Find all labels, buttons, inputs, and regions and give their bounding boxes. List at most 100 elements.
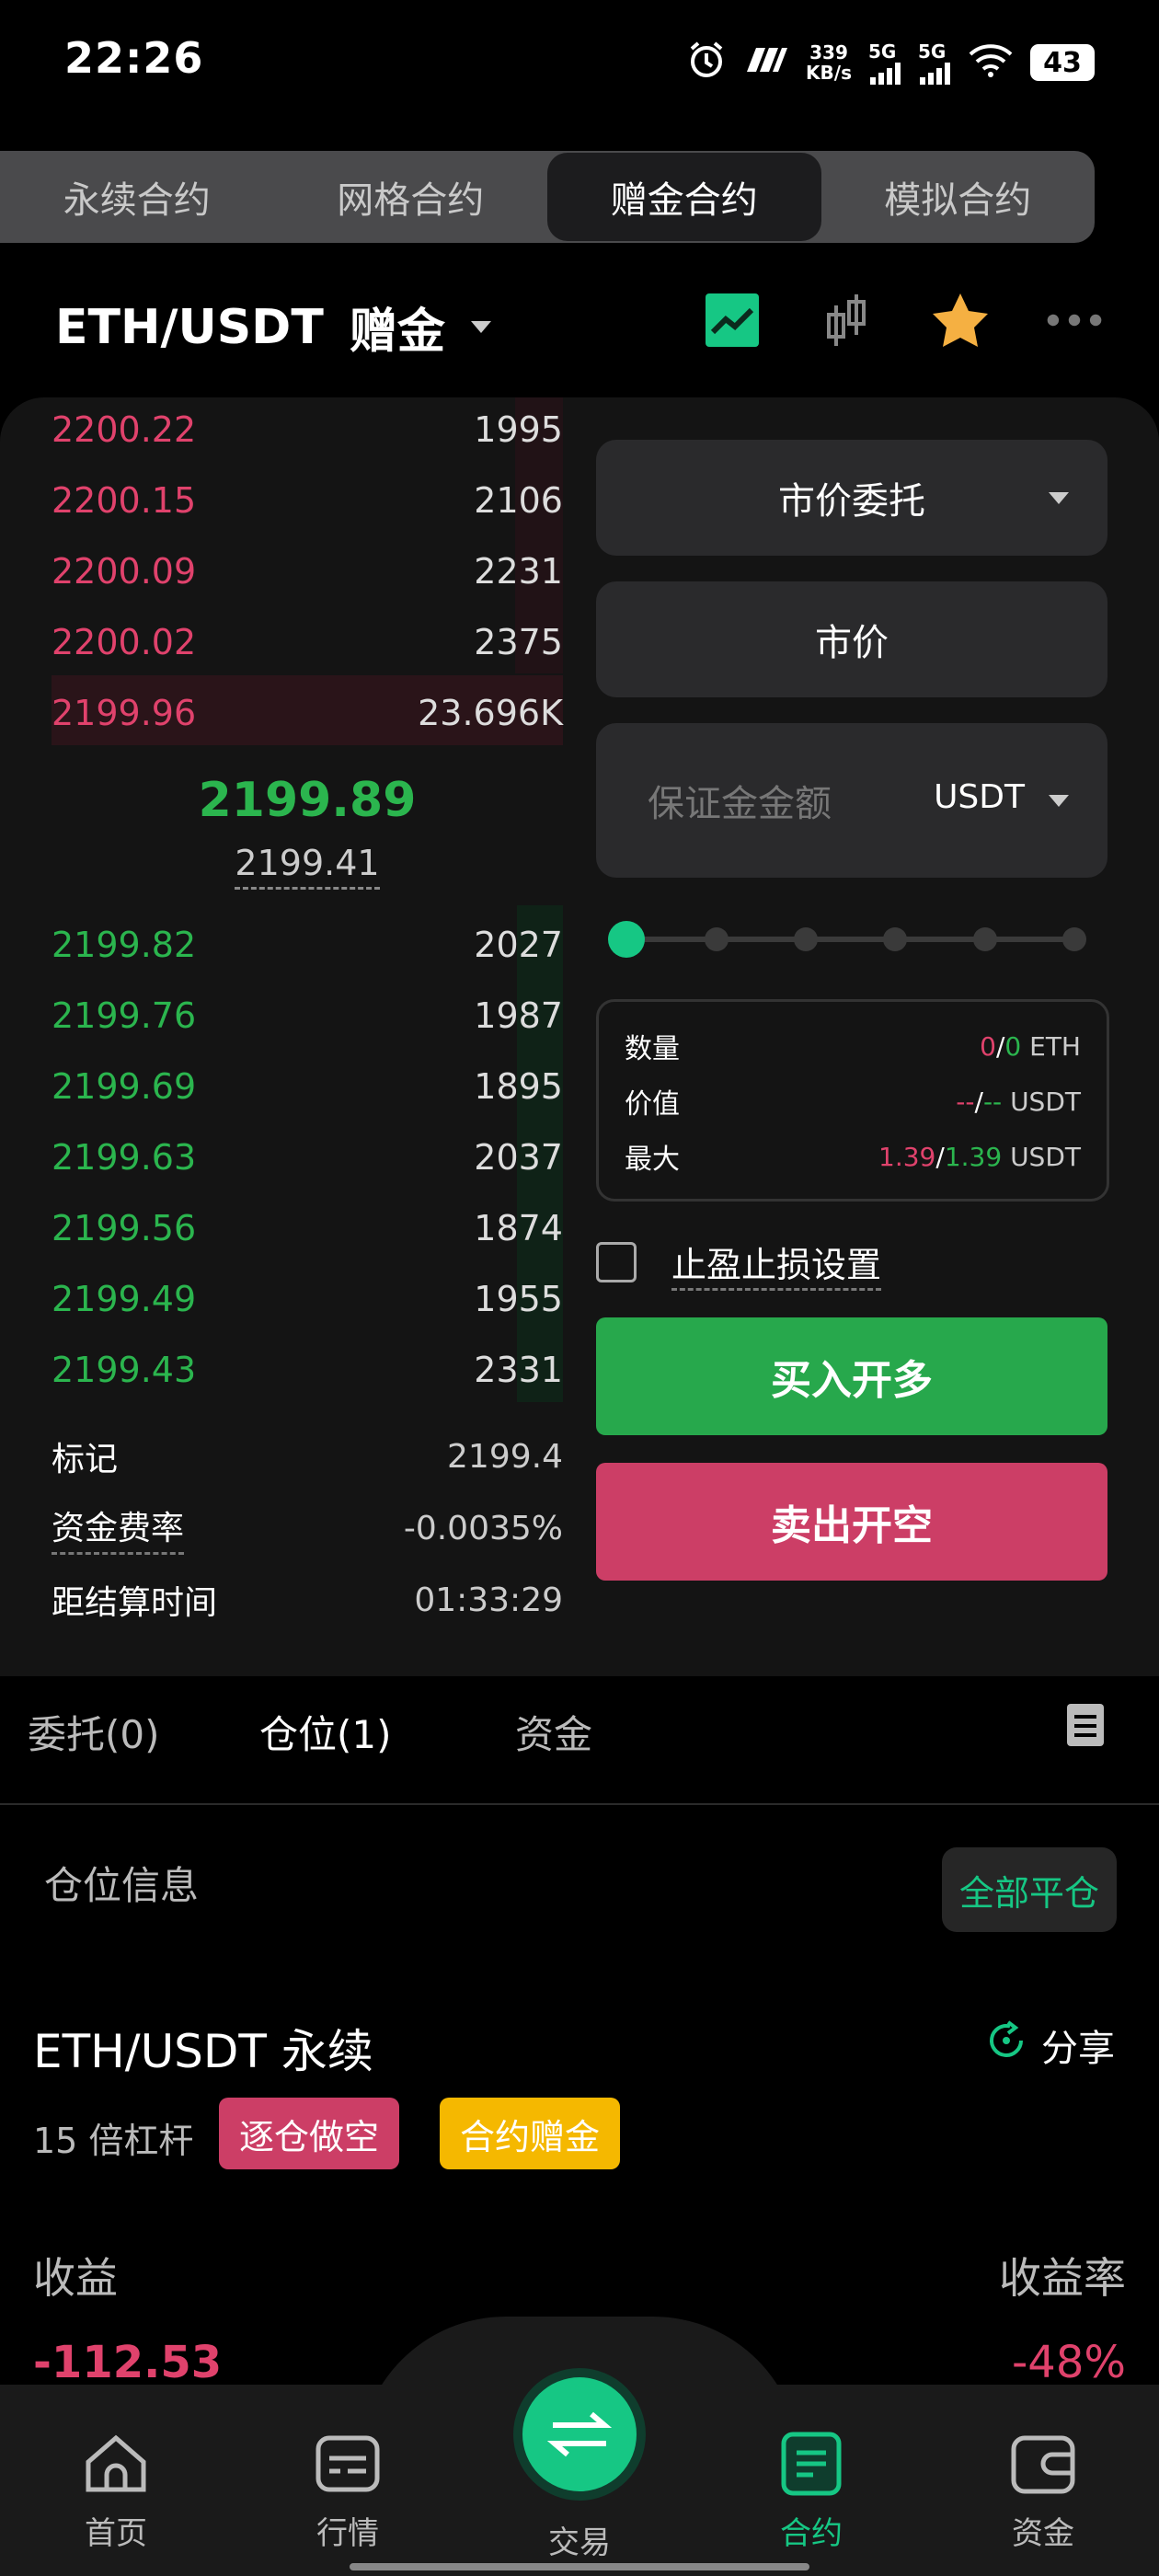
value-b: --	[982, 1086, 1003, 1117]
bid-row[interactable]: 2199.56 1874	[52, 1196, 563, 1260]
slider-handle[interactable]	[608, 921, 645, 958]
bid-price: 2199.69	[52, 1066, 197, 1107]
sim2-label: 5G	[918, 40, 947, 63]
qty-value: 0/0 ETH	[980, 1031, 1081, 1062]
tab-positions[interactable]: 仓位(1)	[259, 1704, 392, 1760]
tab-demo[interactable]: 模拟合约	[821, 151, 1096, 243]
slider-step[interactable]	[794, 927, 818, 951]
bid-row[interactable]: 2199.69 1895	[52, 1054, 563, 1119]
price-mode-field[interactable]: 市价	[596, 581, 1107, 697]
max-sep: /	[935, 1141, 945, 1172]
qty-a: 0	[980, 1030, 996, 1062]
tp-sl-label[interactable]: 止盈止损设置	[671, 1236, 882, 1291]
tab-perpetual[interactable]: 永续合约	[0, 151, 274, 243]
qty-sep: /	[995, 1030, 1005, 1062]
share-button[interactable]: 分享	[986, 2018, 1115, 2072]
ask-row[interactable]: 2200.15 2106	[52, 468, 563, 533]
status-bar: 22:26 339 KB/s 5G 5G 43	[0, 0, 1159, 129]
pair-selector[interactable]: ETH/USDT 赠金	[55, 293, 491, 362]
bid-row[interactable]: 2199.49 1955	[52, 1267, 563, 1331]
chart-line-icon[interactable]	[703, 291, 762, 350]
roe-value: -48%	[1011, 2337, 1126, 2388]
max-label: 最大	[625, 1144, 680, 1176]
signal-icon: 5G	[868, 40, 901, 85]
tab-grid[interactable]: 网格合约	[274, 151, 548, 243]
more-options-icon[interactable]	[1045, 291, 1104, 350]
summary-max-row: 最大 1.39/1.39 USDT	[625, 1129, 1081, 1184]
tab-orders[interactable]: 委托(0)	[28, 1704, 160, 1760]
bid-price: 2199.63	[52, 1137, 197, 1178]
battery-icon: 43	[1030, 44, 1095, 81]
bid-price: 2199.82	[52, 925, 197, 965]
bid-row[interactable]: 2199.76 1987	[52, 983, 563, 1048]
tab-bonus[interactable]: 赠金合约	[547, 153, 821, 241]
pair-tag: 赠金	[349, 305, 445, 360]
net-speed-unit: KB/s	[806, 62, 852, 84]
funding-rate-value: -0.0035%	[403, 1509, 563, 1547]
nav-trade-button[interactable]	[522, 2377, 637, 2491]
tp-sl-checkbox[interactable]	[596, 1242, 637, 1282]
bid-row[interactable]: 2199.82 2027	[52, 913, 563, 977]
ask-row[interactable]: 2200.02 2375	[52, 610, 563, 674]
nav-market[interactable]: 行情	[256, 2429, 440, 2553]
bid-qty: 1987	[474, 995, 563, 1036]
roe-label: 收益率	[999, 2253, 1126, 2303]
margin-placeholder: 保证金金额	[648, 783, 832, 825]
home-indicator[interactable]	[350, 2563, 809, 2570]
ask-qty: 2231	[474, 551, 563, 592]
nav-home[interactable]: 首页	[24, 2429, 208, 2553]
ask-row[interactable]: 2199.96 23.696K	[52, 681, 563, 745]
bid-qty: 1955	[474, 1279, 563, 1319]
margin-unit-select[interactable]: USDT	[934, 778, 1025, 816]
value-sep: /	[974, 1086, 983, 1117]
wifi-icon	[968, 41, 1014, 84]
pnl-label: 收益	[33, 2253, 118, 2303]
favorite-star-icon[interactable]	[931, 291, 990, 350]
pnl-value: -112.53	[33, 2337, 223, 2388]
funding-rate-row[interactable]: 资金费率 -0.0035%	[52, 1496, 563, 1560]
tab-assets[interactable]: 资金	[515, 1704, 592, 1760]
bid-price: 2199.56	[52, 1208, 197, 1248]
bid-qty: 1895	[474, 1066, 563, 1107]
document-list-icon[interactable]	[1065, 1702, 1106, 1752]
ask-row[interactable]: 2200.09 2231	[52, 539, 563, 604]
slider-step[interactable]	[1062, 927, 1086, 951]
max-b: 1.39	[944, 1141, 1003, 1172]
nav-trade-label[interactable]: 交易	[534, 2517, 625, 2562]
mark-label: 标记	[52, 1441, 119, 1478]
nav-contract-label: 合约	[780, 2515, 843, 2552]
bid-row[interactable]: 2199.43 2331	[52, 1338, 563, 1402]
ask-price: 2200.15	[52, 480, 197, 521]
order-summary: 数量 0/0 ETH 价值 --/-- USDT 最大 1.39/1.39 US…	[596, 999, 1109, 1202]
order-type-select[interactable]: 市价委托	[596, 440, 1107, 556]
last-price: 2199.89	[198, 773, 417, 828]
buy-long-button[interactable]: 买入开多	[596, 1317, 1107, 1435]
bid-row[interactable]: 2199.63 2037	[52, 1125, 563, 1190]
nav-assets[interactable]: 资金	[951, 2429, 1135, 2553]
sim1-label: 5G	[868, 40, 897, 63]
settlement-label: 距结算时间	[52, 1584, 218, 1622]
funding-rate-label: 资金费率	[52, 1501, 185, 1555]
contract-icon	[781, 2432, 842, 2496]
ask-price: 2200.09	[52, 551, 197, 592]
summary-value-row: 价值 --/-- USDT	[625, 1074, 1081, 1129]
candlestick-icon[interactable]	[817, 291, 876, 350]
slider-step[interactable]	[705, 927, 729, 951]
slider-step[interactable]	[883, 927, 907, 951]
slider-step[interactable]	[973, 927, 997, 951]
close-all-button[interactable]: 全部平仓	[942, 1847, 1117, 1932]
isolated-short-badge: 逐仓做空	[219, 2098, 400, 2169]
bid-qty: 1874	[474, 1208, 563, 1248]
ask-price: 2200.22	[52, 409, 197, 450]
ask-row[interactable]: 2200.22 1995	[52, 397, 563, 462]
max-unit: USDT	[1010, 1141, 1081, 1172]
tp-sl-text: 止盈止损设置	[671, 1245, 882, 1291]
nav-contract[interactable]: 合约	[719, 2429, 903, 2553]
margin-slider-track[interactable]	[625, 937, 1076, 942]
position-symbol[interactable]: ETH/USDT 永续	[33, 2015, 373, 2081]
mark-price[interactable]: 2199.41	[52, 843, 563, 890]
sell-short-button[interactable]: 卖出开空	[596, 1463, 1107, 1581]
bid-qty: 2037	[474, 1137, 563, 1178]
wallet-icon	[1011, 2435, 1075, 2494]
margin-amount-input[interactable]: 保证金金额 USDT	[596, 723, 1107, 878]
